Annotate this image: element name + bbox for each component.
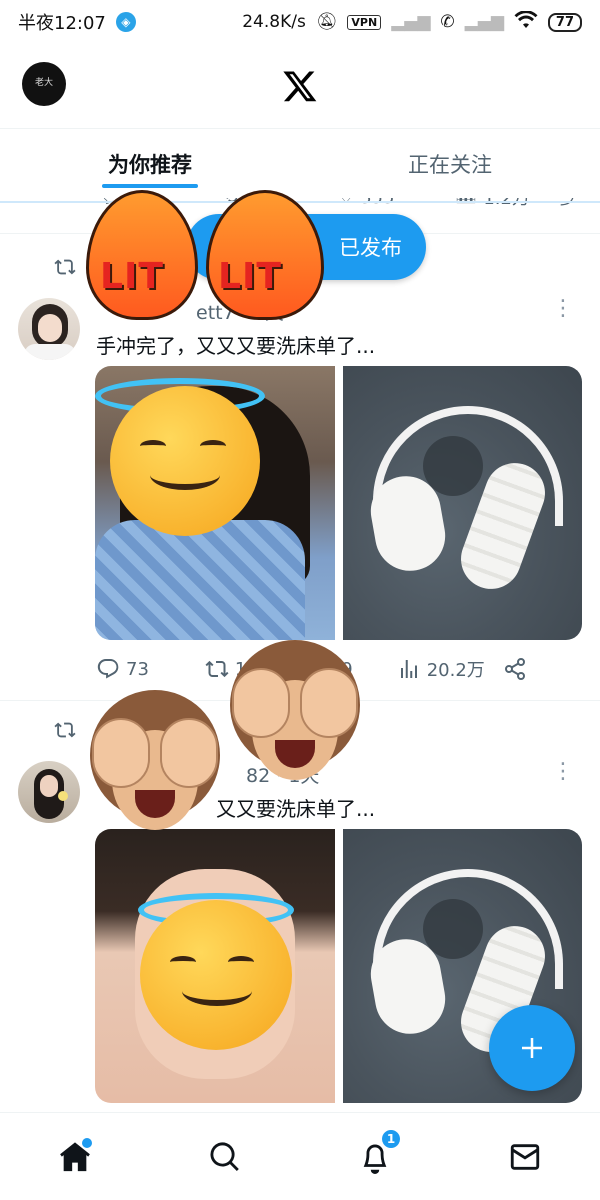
call-off-icon: ✆ [440,12,455,32]
nav-home[interactable] [0,1137,150,1174]
more-options-icon[interactable]: ⋮ [552,759,574,784]
nav-search[interactable] [150,1140,300,1174]
reply-count: 73 [126,658,149,680]
status-bar: 半夜12:07 ◈ 24.8K/s 🔕︎ VPN ▂▄▆ ✆ ▂▄▆ 77 [0,0,600,44]
reply-button[interactable]: 73 [96,657,149,681]
post-text: 又又要洗床单了... [216,797,376,821]
lit-text: LIT [218,256,282,297]
tab-following[interactable]: 正在关注 [300,129,600,198]
repost-indicator [54,256,76,278]
share-button[interactable] [503,657,527,681]
notifications-badge: 1 [380,1127,402,1150]
see-no-evil-monkey-sticker [220,640,370,790]
search-icon [210,1141,239,1171]
bottom-navigation: 1 [0,1112,600,1200]
share-icon [504,658,525,680]
mute-icon: 🔕︎ [315,12,338,32]
app-notification-icon: ◈ [115,12,136,32]
repost-icon [54,259,76,275]
more-options-icon[interactable]: ⋮ [552,296,574,321]
plus-icon [522,1038,542,1058]
reply-icon [97,659,119,679]
lit-text: LIT [100,256,164,297]
views-icon: 📊︎ [454,198,477,210]
nav-messages[interactable] [450,1140,600,1174]
profile-avatar[interactable]: 老大 [22,62,66,106]
views-button[interactable]: 20.2万 [397,656,485,682]
tab-label: 正在关注 [408,152,492,177]
signal-icon: ▂▄▆ [391,12,431,32]
home-new-dot [82,1137,92,1148]
share-icon[interactable]: ⤴ [560,198,578,210]
mail-icon [510,1143,540,1170]
battery-indicator: 77 [547,12,582,32]
status-icons: 24.8K/s 🔕︎ VPN ▂▄▆ ✆ ▂▄▆ 77 [242,9,582,34]
wifi-icon [514,9,538,34]
app-header: 老大 [0,52,600,118]
net-speed: 24.8K/s [242,12,306,32]
post-text: 手冲完了，又又又要洗床单了... [96,334,376,358]
author-avatar[interactable] [18,298,80,360]
tab-for-you[interactable]: 为你推荐 [0,129,300,198]
views-count: 1.2万 [483,198,530,209]
see-no-evil-monkey-sticker [80,690,230,840]
status-time: 半夜12:07 [18,13,106,34]
vpn-badge: VPN [347,14,382,30]
posted-label: 已发布 [339,236,402,260]
profile-avatar-text: 老大 [34,78,53,89]
nav-notifications[interactable]: 1 [300,1127,450,1174]
signal-icon-2: ▂▄▆ [464,12,504,32]
compose-button[interactable] [489,1005,575,1091]
views-action[interactable]: 📊︎ 1.2万 [454,198,530,210]
media-image-objects[interactable] [342,366,582,640]
views-count: 20.2万 [426,660,485,681]
refresh-indicator [0,201,600,203]
author-avatar[interactable] [18,761,80,823]
views-icon [400,660,417,678]
repost-indicator [54,719,76,741]
timeline-tabs: 为你推荐 正在关注 [0,128,600,198]
tab-label: 为你推荐 [108,152,192,177]
repost-icon [54,722,76,738]
x-logo-icon [283,71,317,102]
